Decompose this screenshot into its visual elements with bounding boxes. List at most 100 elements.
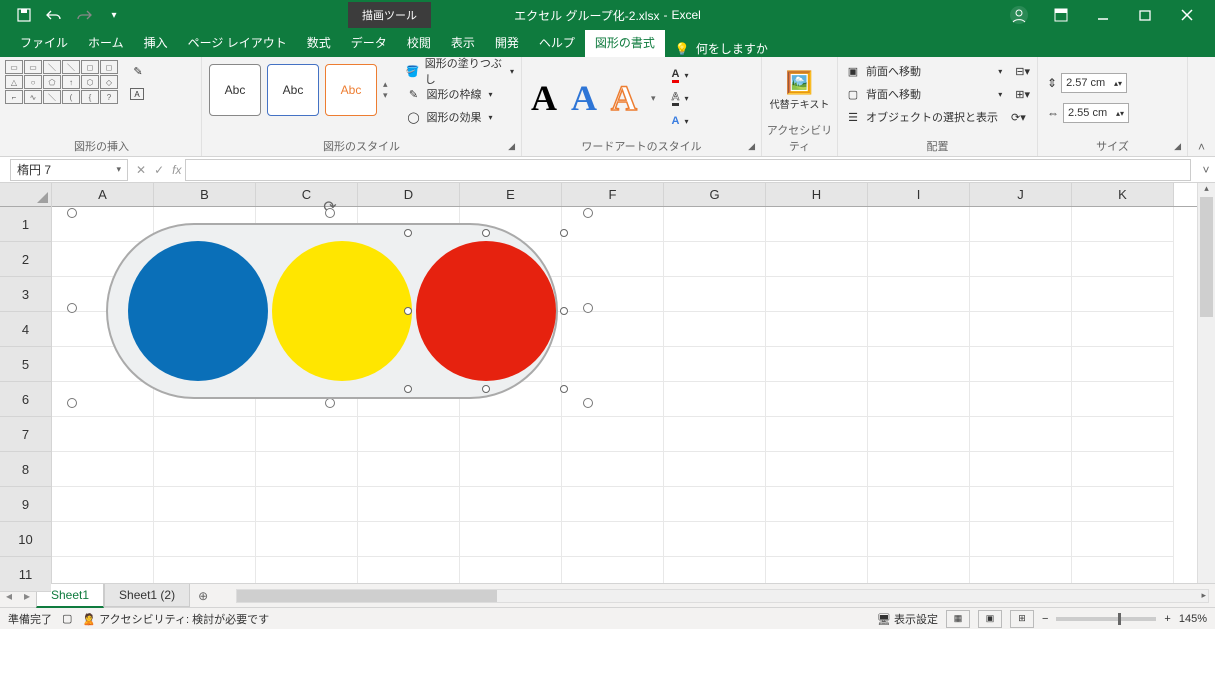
text-box-button[interactable]: A [126,83,150,105]
column-header[interactable]: E [460,183,562,206]
macro-record-icon[interactable]: ▢ [62,612,72,625]
zoom-out-icon[interactable]: − [1042,613,1048,625]
row-header[interactable]: 9 [0,487,51,522]
cell[interactable] [868,417,970,452]
dialog-launcher-icon[interactable]: ◢ [1174,141,1181,152]
display-settings[interactable]: 🖥 表示設定 [877,611,938,627]
cell[interactable] [868,347,970,382]
column-header[interactable]: J [970,183,1072,206]
row-header[interactable]: 7 [0,417,51,452]
cell[interactable] [970,522,1072,557]
tab-formulas[interactable]: 数式 [297,28,341,57]
page-break-view-icon[interactable]: ⊞ [1010,610,1034,628]
cell[interactable] [868,452,970,487]
cell[interactable] [256,452,358,487]
tab-file[interactable]: ファイル [10,28,78,57]
cell[interactable] [460,557,562,583]
column-header[interactable]: F [562,183,664,206]
minimize-icon[interactable] [1083,1,1123,29]
zoom-slider[interactable] [1056,617,1156,621]
cell[interactable] [664,207,766,242]
select-all-corner[interactable] [0,183,51,207]
page-layout-view-icon[interactable]: ▣ [978,610,1002,628]
redo-icon[interactable] [70,3,98,27]
row-header[interactable]: 4 [0,312,51,347]
cell[interactable] [664,452,766,487]
cell[interactable] [562,417,664,452]
account-icon[interactable] [999,1,1039,29]
accessibility-check[interactable]: 🙎 アクセシビリティ: 検討が必要です [82,611,269,627]
cell[interactable] [970,242,1072,277]
cell[interactable] [766,242,868,277]
cell[interactable] [1072,207,1174,242]
normal-view-icon[interactable]: ▦ [946,610,970,628]
save-icon[interactable] [10,3,38,27]
cell[interactable] [970,487,1072,522]
tab-home[interactable]: ホーム [78,28,134,57]
text-fill-button[interactable]: A▾ [668,64,693,86]
cancel-icon[interactable]: ✕ [136,163,146,177]
expand-formula-bar-icon[interactable]: ˅ [1197,163,1215,177]
cell[interactable] [970,557,1072,583]
column-header[interactable]: D [358,183,460,206]
cell[interactable] [1072,277,1174,312]
new-sheet-icon[interactable]: ⊕ [190,589,216,603]
cell[interactable] [766,522,868,557]
edit-shape-button[interactable]: ✎ [126,60,150,82]
cell[interactable] [52,557,154,583]
cell[interactable] [154,452,256,487]
cell[interactable] [562,452,664,487]
cell[interactable] [766,487,868,522]
shape-width-input[interactable]: 2.55 cm▴▾ [1063,103,1129,123]
tab-layout[interactable]: ページ レイアウト [178,28,297,57]
cell[interactable] [664,557,766,583]
cell[interactable] [868,382,970,417]
vertical-scrollbar[interactable]: ▴ [1197,183,1215,583]
cell[interactable] [1072,382,1174,417]
cell[interactable] [664,312,766,347]
shape-gallery[interactable]: ▭▭＼＼◻◻ △○⬠↑⬡◇ ⌐∿＼({? [5,60,118,104]
cell[interactable] [460,452,562,487]
send-backward-button[interactable]: ▢背面へ移動▾⊞▾ [841,83,1034,105]
rotate-icon[interactable]: ⟳▾ [1011,111,1026,124]
shape-height-input[interactable]: 2.57 cm▴▾ [1061,73,1127,93]
row-header[interactable]: 5 [0,347,51,382]
row-header[interactable]: 2 [0,242,51,277]
cell[interactable] [766,382,868,417]
cell[interactable] [766,347,868,382]
cell[interactable] [52,522,154,557]
dialog-launcher-icon[interactable]: ◢ [508,141,515,152]
row-header[interactable]: 3 [0,277,51,312]
shape-fill-button[interactable]: 🪣図形の塗りつぶし▾ [402,60,518,82]
tab-review[interactable]: 校閲 [397,28,441,57]
cell[interactable] [562,557,664,583]
tell-me[interactable]: 💡 何をしますか [665,40,778,57]
cell[interactable] [766,452,868,487]
cell[interactable] [664,347,766,382]
column-header[interactable]: B [154,183,256,206]
cell[interactable] [868,487,970,522]
cell[interactable] [460,417,562,452]
cell[interactable] [256,417,358,452]
cell[interactable] [970,312,1072,347]
cell[interactable] [1072,522,1174,557]
text-outline-button[interactable]: A▾ [668,87,693,109]
row-header[interactable]: 11 [0,557,51,592]
cell[interactable] [1072,487,1174,522]
selection-pane-button[interactable]: ☰オブジェクトの選択と表示⟳▾ [841,106,1034,128]
cell[interactable] [766,207,868,242]
cell[interactable] [1072,452,1174,487]
tab-developer[interactable]: 開発 [485,28,529,57]
group-icon[interactable]: ⊞▾ [1015,88,1030,101]
dialog-launcher-icon[interactable]: ◢ [748,141,755,152]
qat-more-icon[interactable]: ▾ [100,3,128,27]
cell[interactable] [766,557,868,583]
cell[interactable] [256,522,358,557]
column-header[interactable]: H [766,183,868,206]
alt-text-button[interactable]: 🖼️ 代替テキスト [770,70,830,111]
inner-selection[interactable] [408,233,564,389]
yellow-circle-shape[interactable] [272,241,412,381]
column-header[interactable]: K [1072,183,1174,206]
cell[interactable] [154,417,256,452]
cell[interactable] [970,347,1072,382]
